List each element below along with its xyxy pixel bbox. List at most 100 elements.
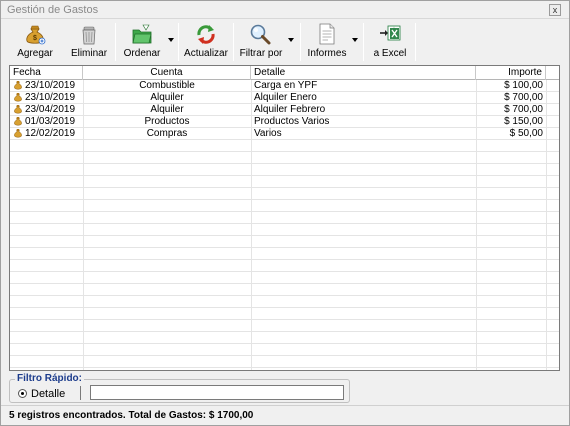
excel-label: a Excel	[373, 48, 407, 59]
table-cell-importe: $ 700,00	[504, 104, 543, 115]
toolbar: $ Agregar Eliminar Ordenar Actualizar Fi…	[1, 20, 569, 63]
informes-dropdown-icon[interactable]	[352, 38, 358, 42]
status-text: 5 registros encontrados. Total de Gastos…	[9, 410, 254, 421]
toolbar-separator	[115, 23, 116, 61]
table-cell-importe: $ 700,00	[504, 92, 543, 103]
table-row[interactable]: 23/04/2019 Alquiler Alquiler Febrero $ 700,…	[10, 104, 559, 116]
table-row	[10, 320, 559, 332]
table-cell-cuenta: Productos	[144, 116, 190, 127]
table-cell-importe: $ 50,00	[509, 128, 543, 139]
table-row[interactable]: 23/10/2019 Combustible Carga en YPF $ 100,0…	[10, 80, 559, 92]
table-row	[10, 140, 559, 152]
ordenar-label: Ordenar	[123, 48, 161, 59]
table-cell-fecha: 12/02/2019	[10, 128, 83, 139]
fecha-value: 12/02/2019	[25, 128, 76, 139]
fecha-value: 23/10/2019	[25, 92, 76, 103]
informes-label: Informes	[307, 48, 347, 59]
table-cell-cuenta: Combustible	[139, 80, 195, 91]
table-cell-detalle: Alquiler Febrero	[254, 104, 326, 115]
ordenar-dropdown-icon[interactable]	[168, 38, 174, 42]
title-bar: Gestión de Gastos x	[1, 1, 569, 19]
money-bag-icon	[14, 93, 22, 102]
eliminar-label: Eliminar	[70, 48, 108, 59]
table-row	[10, 296, 559, 308]
table-row[interactable]: 01/03/2019 Productos Productos Varios $ 150…	[10, 116, 559, 128]
table-cell-fecha: 23/10/2019	[10, 92, 83, 103]
money-bag-add-icon: $	[26, 25, 46, 45]
table-row	[10, 308, 559, 320]
excel-export-icon	[380, 25, 401, 41]
informes-button[interactable]: Informes	[304, 20, 360, 63]
agregar-button[interactable]: $ Agregar	[11, 20, 59, 63]
table-row	[10, 260, 559, 272]
column-header-cuenta[interactable]: Cuenta	[83, 66, 251, 80]
document-icon	[319, 23, 335, 45]
table-row	[10, 224, 559, 236]
table-row	[10, 356, 559, 368]
actualizar-button[interactable]: Actualizar	[183, 20, 229, 63]
table-cell-detalle: Carga en YPF	[254, 80, 318, 91]
toolbar-separator	[233, 23, 234, 61]
table-cell-importe: $ 100,00	[504, 80, 543, 91]
fecha-value: 01/03/2019	[25, 116, 76, 127]
table-row	[10, 236, 559, 248]
table-row	[10, 176, 559, 188]
table-cell-cuenta: Alquiler	[150, 104, 184, 115]
quick-filter-legend: Filtro Rápido:	[15, 373, 84, 384]
table-row	[10, 272, 559, 284]
table-row	[10, 152, 559, 164]
gastos-table[interactable]: Fecha Cuenta Detalle Importe 23/10/2019 C…	[9, 65, 560, 371]
table-cell-detalle: Varios	[254, 128, 282, 139]
trash-can-icon	[82, 26, 96, 45]
table-cell-fecha: 23/04/2019	[10, 104, 83, 115]
table-row[interactable]: 12/02/2019 Compras Varios $ 50,00	[10, 128, 559, 140]
app-window: Gestión de Gastos x $ Agregar Eliminar O…	[0, 0, 570, 426]
toolbar-separator	[363, 23, 364, 61]
fecha-value: 23/04/2019	[25, 104, 76, 115]
column-header-detalle[interactable]: Detalle	[251, 66, 476, 80]
toolbar-separator	[415, 23, 416, 61]
table-cell-detalle: Productos Varios	[254, 116, 330, 127]
toolbar-separator	[300, 23, 301, 61]
table-cell-importe: $ 150,00	[504, 116, 543, 127]
toolbar-separator	[178, 23, 179, 61]
column-header-fecha[interactable]: Fecha	[10, 66, 83, 80]
quick-filter-input[interactable]	[90, 385, 344, 400]
column-header-importe[interactable]: Importe	[476, 66, 546, 80]
filtrar-dropdown-icon[interactable]	[288, 38, 294, 42]
close-button[interactable]: x	[549, 4, 561, 16]
window-title: Gestión de Gastos	[7, 4, 99, 16]
ordenar-button[interactable]: Ordenar	[119, 20, 175, 63]
money-bag-icon	[14, 105, 22, 114]
filtrar-label: Filtrar por	[239, 48, 283, 59]
agregar-label: Agregar	[17, 48, 53, 59]
money-bag-icon	[14, 117, 22, 126]
money-bag-icon	[14, 129, 22, 138]
table-row	[10, 164, 559, 176]
magnifier-icon	[250, 24, 271, 45]
table-row	[10, 284, 559, 296]
table-cell-fecha: 01/03/2019	[10, 116, 83, 127]
refresh-icon	[197, 25, 215, 44]
table-header: Fecha Cuenta Detalle Importe	[10, 66, 559, 80]
filter-divider	[80, 386, 81, 400]
filtrar-button[interactable]: Filtrar por	[237, 20, 297, 63]
quick-filter-group: Filtro Rápido: Detalle	[9, 373, 350, 403]
table-row	[10, 332, 559, 344]
table-row	[10, 188, 559, 200]
table-row	[10, 248, 559, 260]
actualizar-label: Actualizar	[184, 48, 228, 59]
money-bag-icon	[14, 81, 22, 90]
excel-button[interactable]: a Excel	[367, 20, 413, 63]
svg-text:$: $	[33, 35, 37, 42]
status-bar: 5 registros encontrados. Total de Gastos…	[1, 405, 569, 426]
fecha-value: 23/10/2019	[25, 80, 76, 91]
detalle-radio[interactable]	[18, 389, 27, 398]
table-row[interactable]: 23/10/2019 Alquiler Alquiler Enero $ 700,00	[10, 92, 559, 104]
table-row	[10, 344, 559, 356]
table-cell-cuenta: Alquiler	[150, 92, 184, 103]
eliminar-button[interactable]: Eliminar	[67, 20, 111, 63]
table-cell-detalle: Alquiler Enero	[254, 92, 317, 103]
detalle-radio-label[interactable]: Detalle	[31, 388, 65, 400]
table-cell-fecha: 23/10/2019	[10, 80, 83, 91]
